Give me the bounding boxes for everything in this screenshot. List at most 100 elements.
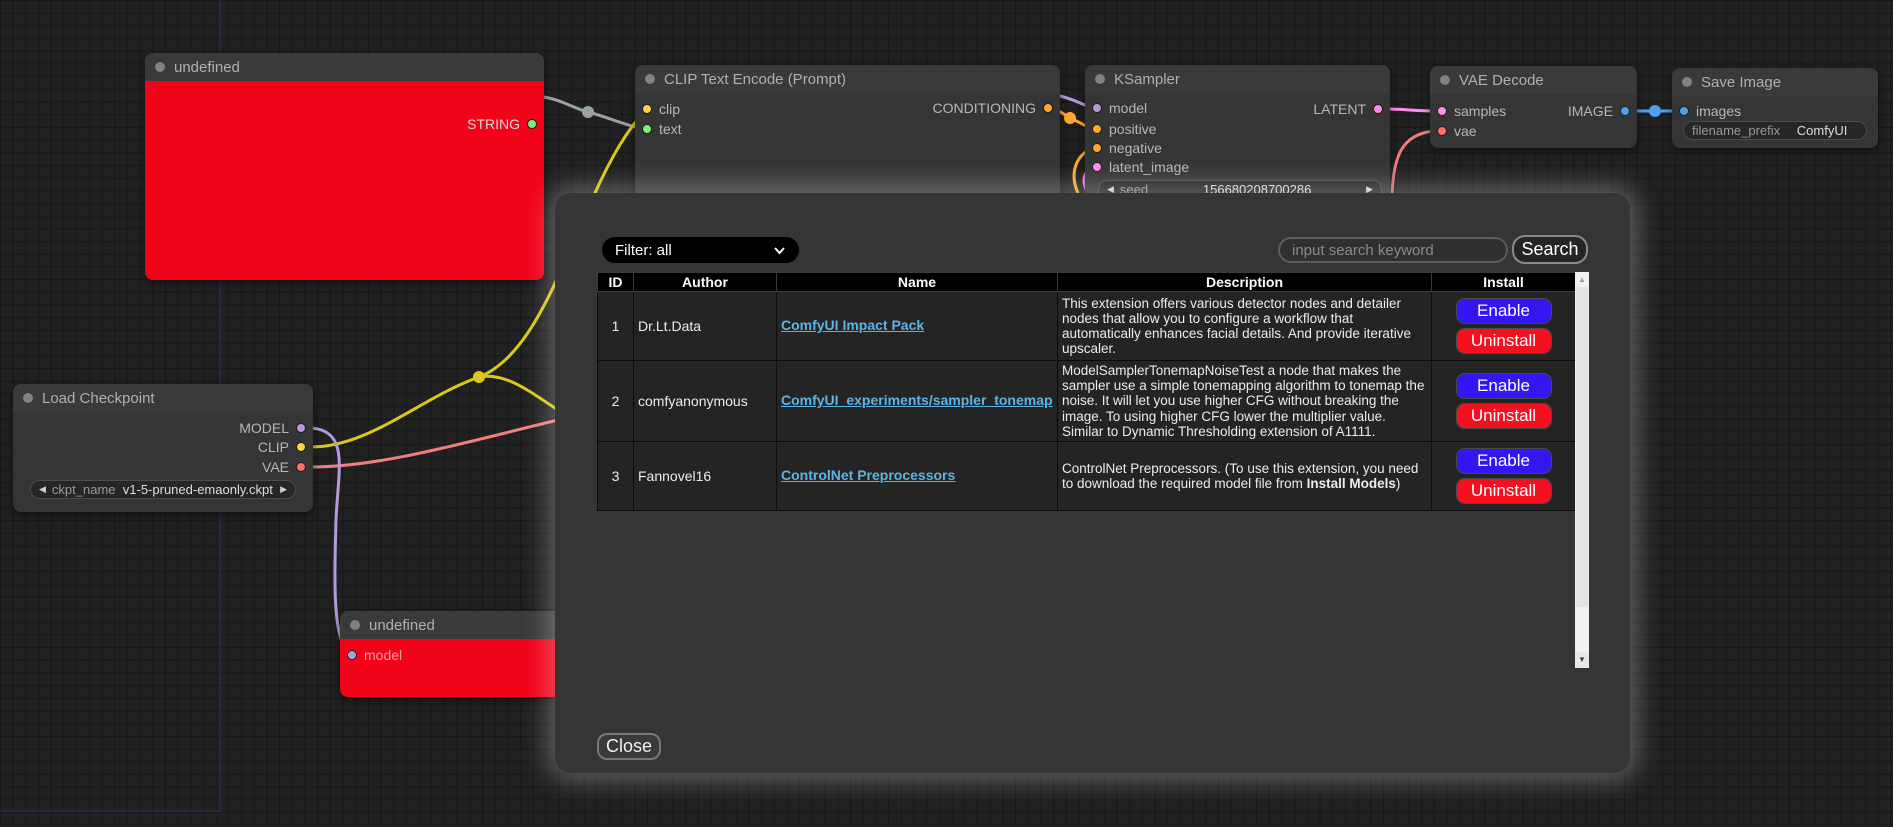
chevron-down-icon (773, 246, 786, 255)
input-slot-model[interactable]: model (347, 646, 402, 664)
collapse-dot-icon[interactable] (1682, 77, 1692, 87)
slot-dot-icon[interactable] (296, 423, 306, 433)
search-button[interactable]: Search (1512, 235, 1588, 264)
input-slot-images[interactable]: images (1679, 102, 1741, 120)
slot-dot-icon[interactable] (1620, 106, 1630, 116)
collapse-dot-icon[interactable] (645, 74, 655, 84)
slot-dot-icon[interactable] (296, 462, 306, 472)
slot-dot-icon[interactable] (1679, 106, 1689, 116)
slot-dot-icon[interactable] (642, 124, 652, 134)
node-ksampler[interactable]: KSampler model positive negative latent_… (1085, 65, 1390, 205)
slot-label: CLIP (258, 439, 289, 455)
output-slot-model[interactable]: MODEL (239, 419, 306, 437)
extension-table-row: 2 comfyanonymous ComfyUI_experiments/sam… (598, 361, 1576, 442)
enable-button[interactable]: Enable (1456, 448, 1552, 474)
input-slot-clip[interactable]: clip (642, 100, 680, 118)
scrollbar-thumb[interactable] (1576, 287, 1588, 607)
uninstall-button[interactable]: Uninstall (1456, 478, 1552, 504)
node-undefined-top[interactable]: undefined STRING (145, 53, 544, 280)
slot-dot-icon[interactable] (642, 104, 652, 114)
slot-label: MODEL (239, 420, 289, 436)
output-slot-vae[interactable]: VAE (262, 458, 306, 476)
input-slot-positive[interactable]: positive (1092, 120, 1156, 138)
extension-table-row: 3 Fannovel16 ControlNet Preprocessors Co… (598, 442, 1576, 511)
slot-dot-icon[interactable] (1092, 103, 1102, 113)
uninstall-button[interactable]: Uninstall (1456, 328, 1552, 354)
output-slot-string[interactable]: STRING (467, 115, 537, 133)
collapse-dot-icon[interactable] (23, 393, 33, 403)
decrement-arrow-icon[interactable]: ◀ (39, 484, 46, 495)
node-title-bar[interactable]: Load Checkpoint (13, 384, 313, 412)
widget-label: ckpt_name (52, 482, 116, 497)
output-slot-conditioning[interactable]: CONDITIONING (933, 99, 1053, 117)
output-slot-clip[interactable]: CLIP (258, 438, 306, 456)
node-vae-decode[interactable]: VAE Decode samples vae IMAGE (1430, 66, 1637, 148)
extension-table-body: 1 Dr.Lt.Data ComfyUI Impact Pack This ex… (598, 292, 1576, 511)
slot-dot-icon[interactable] (1437, 126, 1447, 136)
close-button[interactable]: Close (597, 733, 661, 760)
input-slot-text[interactable]: text (642, 120, 682, 138)
node-undefined-bottom[interactable]: undefined model (340, 611, 570, 697)
increment-arrow-icon[interactable]: ▶ (280, 484, 287, 495)
collapse-dot-icon[interactable] (1440, 75, 1450, 85)
collapse-dot-icon[interactable] (155, 62, 165, 72)
filter-select[interactable]: Filter: all (602, 237, 799, 263)
node-title-bar[interactable]: undefined (340, 611, 570, 639)
node-title-bar[interactable]: undefined (145, 53, 544, 81)
slot-dot-icon[interactable] (296, 442, 306, 452)
node-save-image[interactable]: Save Image images filename_prefix ComfyU… (1672, 68, 1878, 148)
extension-name-link[interactable]: ComfyUI_experiments/sampler_tonemap (781, 392, 1053, 408)
extension-name-link[interactable]: ComfyUI Impact Pack (781, 317, 924, 333)
slot-label: clip (659, 101, 680, 117)
node-title-bar[interactable]: KSampler (1085, 65, 1390, 93)
cell-author: Fannovel16 (634, 442, 777, 511)
enable-button[interactable]: Enable (1456, 298, 1552, 324)
node-load-checkpoint[interactable]: Load Checkpoint MODEL CLIP VAE ◀ ckpt_na… (13, 384, 313, 512)
filename-prefix-widget[interactable]: filename_prefix ComfyUI (1683, 121, 1867, 140)
slot-dot-icon[interactable] (1092, 124, 1102, 134)
header-name: Name (777, 273, 1058, 292)
search-input[interactable] (1278, 237, 1508, 263)
widget-value: v1-5-pruned-emaonly.ckpt (122, 482, 275, 497)
slot-dot-icon[interactable] (1373, 104, 1383, 114)
input-slot-vae[interactable]: vae (1437, 122, 1477, 140)
input-slot-negative[interactable]: negative (1092, 139, 1162, 157)
slot-dot-icon[interactable] (527, 119, 537, 129)
ckpt-name-widget[interactable]: ◀ ckpt_name v1-5-pruned-emaonly.ckpt ▶ (30, 480, 296, 499)
cell-id: 1 (598, 292, 634, 361)
input-slot-latent-image[interactable]: latent_image (1092, 158, 1189, 176)
node-body (145, 81, 544, 280)
slot-label: text (659, 121, 682, 137)
output-slot-image[interactable]: IMAGE (1568, 102, 1630, 120)
node-title-bar[interactable]: CLIP Text Encode (Prompt) (635, 65, 1060, 93)
node-title-bar[interactable]: Save Image (1672, 68, 1878, 96)
slot-dot-icon[interactable] (347, 650, 357, 660)
slot-label: model (364, 647, 402, 663)
slot-dot-icon[interactable] (1092, 162, 1102, 172)
extension-name-link[interactable]: ControlNet Preprocessors (781, 467, 955, 483)
output-slot-latent[interactable]: LATENT (1313, 100, 1383, 118)
node-title: Load Checkpoint (42, 390, 155, 407)
scroll-down-arrow-icon[interactable]: ▼ (1575, 652, 1589, 668)
slot-label: samples (1454, 103, 1506, 119)
widget-label: filename_prefix (1692, 123, 1780, 138)
scroll-up-arrow-icon[interactable]: ▲ (1575, 272, 1589, 287)
node-clip-text-encode[interactable]: CLIP Text Encode (Prompt) clip text COND… (635, 65, 1060, 200)
input-slot-samples[interactable]: samples (1437, 102, 1506, 120)
table-scrollbar[interactable]: ▲ ▼ (1575, 272, 1589, 668)
input-slot-model[interactable]: model (1092, 99, 1147, 117)
comfyui-canvas[interactable]: undefined STRING CLIP Text Encode (Promp… (0, 0, 1893, 827)
slot-dot-icon[interactable] (1043, 103, 1053, 113)
node-title: Save Image (1701, 74, 1781, 91)
cell-author: Dr.Lt.Data (634, 292, 777, 361)
uninstall-button[interactable]: Uninstall (1456, 403, 1552, 429)
header-install: Install (1432, 273, 1576, 292)
node-title-bar[interactable]: VAE Decode (1430, 66, 1637, 94)
collapse-dot-icon[interactable] (350, 620, 360, 630)
enable-button[interactable]: Enable (1456, 373, 1552, 399)
slot-dot-icon[interactable] (1437, 106, 1447, 116)
node-title: KSampler (1114, 71, 1180, 88)
slot-dot-icon[interactable] (1092, 143, 1102, 153)
collapse-dot-icon[interactable] (1095, 74, 1105, 84)
cell-install: Enable Uninstall (1432, 292, 1576, 361)
